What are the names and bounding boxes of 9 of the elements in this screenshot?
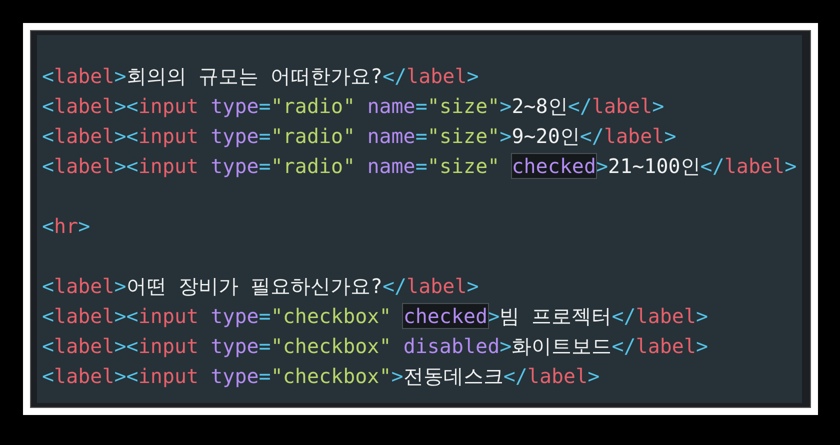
- code-line: <label><input type="radio" name="size" checked>21~100인</label>: [42, 153, 797, 180]
- code-line: <label><input type="checkbox" disabled>화이트보드</label>: [42, 333, 708, 360]
- code-line: <hr>: [42, 213, 90, 240]
- code-line: <label><input type="checkbox" checked>빔 프로젝터</label>: [42, 303, 708, 330]
- code-line: <label><input type="radio" name="size">2~8인</label>: [42, 93, 664, 120]
- code-line: <label><input type="checkbox">전동데스크</label>: [42, 363, 600, 390]
- code-line: <label><input type="radio" name="size">9~20인</label>: [42, 123, 676, 150]
- code-line: <label>회의의 규모는 어떠한가요?</label>: [42, 63, 479, 90]
- code-line: <label>어떤 장비가 필요하신가요?</label>: [42, 273, 479, 300]
